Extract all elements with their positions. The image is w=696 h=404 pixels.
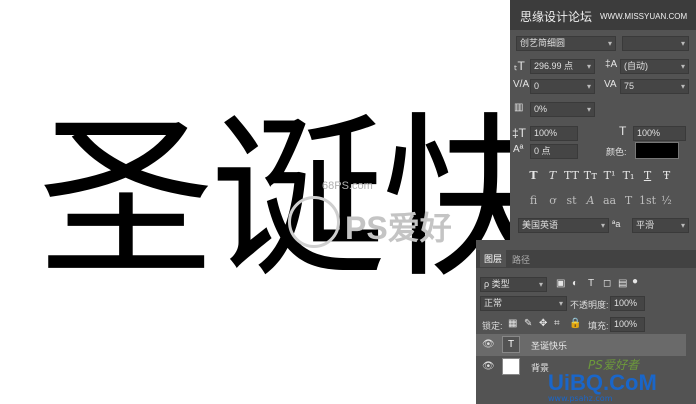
all-caps-button[interactable]: TT bbox=[562, 169, 581, 182]
swash-button[interactable]: A bbox=[581, 194, 600, 207]
lock-transparent-icon[interactable]: ▦ bbox=[508, 318, 517, 329]
antialias-icon: ªa bbox=[612, 219, 621, 229]
opentype-buttons-row: fi ơ st Aaa T 1st ½ bbox=[524, 194, 676, 207]
kerning-field[interactable]: 0 ▾ bbox=[530, 79, 595, 94]
chevron-down-icon: ▾ bbox=[600, 221, 605, 230]
chevron-down-icon: ▾ bbox=[586, 62, 591, 71]
horizontal-scale-field[interactable]: 100% bbox=[633, 126, 686, 141]
opacity-field[interactable]: 100% bbox=[610, 296, 645, 311]
tsume-icon: ▥ bbox=[514, 102, 524, 113]
layer-filter-select[interactable]: ρ 类型 ▾ bbox=[480, 277, 547, 292]
ordinals-button[interactable]: 1st bbox=[638, 194, 657, 207]
chevron-down-icon: ▾ bbox=[680, 82, 685, 91]
layers-tabbar: 图层 路径 bbox=[476, 250, 696, 268]
blend-mode-select[interactable]: 正常 ▾ bbox=[480, 296, 567, 311]
ligatures-button[interactable]: fi bbox=[524, 194, 543, 207]
text-color-swatch[interactable] bbox=[635, 142, 679, 159]
chevron-down-icon: ▾ bbox=[586, 105, 591, 114]
small-caps-button[interactable]: Tт bbox=[581, 169, 600, 182]
filter-pixel-icon[interactable]: ▣ bbox=[556, 278, 565, 289]
chevron-down-icon: ▾ bbox=[680, 221, 685, 230]
tab-paths[interactable]: 路径 bbox=[512, 253, 530, 266]
faux-bold-button[interactable]: T bbox=[524, 169, 543, 182]
font-family-select[interactable]: 创艺简细圆 ▾ bbox=[516, 36, 616, 51]
lock-artboard-icon[interactable]: ⌗ bbox=[554, 318, 560, 329]
chevron-down-icon: ▾ bbox=[607, 39, 612, 48]
lock-pixels-icon[interactable]: ✎ bbox=[524, 318, 532, 329]
fill-label: 填充: bbox=[588, 321, 609, 331]
panel-header: 思缘设计论坛 WWW.MISSYUAN.COM bbox=[510, 0, 696, 30]
contextual-alternates-button[interactable]: ơ bbox=[543, 194, 562, 207]
character-panel: 思缘设计论坛 WWW.MISSYUAN.COM 创艺简细圆 ▾ ▾ ₜT 296.… bbox=[510, 0, 696, 240]
header-site: 思缘设计论坛 bbox=[520, 10, 593, 24]
chevron-down-icon: ▾ bbox=[586, 82, 591, 91]
chevron-down-icon: ▾ bbox=[680, 62, 685, 71]
fractions-button[interactable]: ½ bbox=[657, 194, 676, 207]
lock-label: 锁定: bbox=[482, 321, 503, 331]
tracking-field[interactable]: 75 ▾ bbox=[620, 79, 689, 94]
discretionary-ligatures-button[interactable]: st bbox=[562, 194, 581, 207]
stylistic-alternates-button[interactable]: aa bbox=[600, 194, 619, 207]
font-style-select[interactable]: ▾ bbox=[622, 36, 689, 51]
filter-type-icon[interactable]: T bbox=[588, 278, 594, 289]
chevron-down-icon: ▾ bbox=[680, 39, 685, 48]
style-buttons-row: T T TT Tт T¹ T₁ T Ŧ bbox=[524, 169, 676, 182]
language-select[interactable]: 美国英语 ▾ bbox=[518, 218, 609, 233]
eye-icon[interactable]: 👁 bbox=[482, 339, 495, 350]
watermark-logo-icon bbox=[288, 196, 340, 248]
vertical-scale-field[interactable]: 100% bbox=[530, 126, 578, 141]
lock-all-icon[interactable]: 🔒 bbox=[569, 318, 581, 329]
background-layer-thumb-icon bbox=[502, 358, 520, 375]
watermark-url: 68PS.com bbox=[322, 180, 373, 192]
leading-icon: ‡A bbox=[605, 59, 618, 70]
tracking-icon: VA bbox=[604, 79, 617, 90]
font-size-field[interactable]: 296.99 点 ▾ bbox=[530, 59, 595, 74]
antialias-select[interactable]: 平滑 ▾ bbox=[632, 218, 689, 233]
header-url: WWW.MISSYUAN.COM bbox=[600, 12, 688, 21]
tsume-field[interactable]: 0% ▾ bbox=[530, 102, 595, 117]
color-label: 颜色: bbox=[606, 147, 627, 157]
horizontal-scale-icon: T bbox=[619, 124, 627, 138]
layer-name: 背景 bbox=[531, 363, 550, 373]
footer-site-url: www.psahz.com bbox=[548, 394, 613, 403]
filter-shape-icon[interactable]: ◻ bbox=[603, 278, 611, 289]
faux-italic-button[interactable]: T bbox=[543, 169, 562, 182]
layer-name: 圣诞快乐 bbox=[531, 341, 568, 351]
underline-button[interactable]: T bbox=[638, 169, 657, 182]
filter-adjustment-icon[interactable]: ◐ bbox=[572, 278, 578, 289]
tab-layers[interactable]: 图层 bbox=[480, 250, 507, 267]
chevron-down-icon: ▾ bbox=[538, 280, 543, 289]
superscript-button[interactable]: T¹ bbox=[600, 169, 619, 182]
fill-field[interactable]: 100% bbox=[610, 317, 645, 332]
footer-brand: UiBQ.CoM bbox=[548, 370, 657, 395]
subscript-button[interactable]: T₁ bbox=[619, 169, 638, 182]
watermark-name: PS爱好 bbox=[345, 210, 452, 246]
baseline-shift-field[interactable]: 0 点 bbox=[530, 144, 578, 159]
kerning-icon: V/A bbox=[513, 79, 530, 90]
text-layer-thumb-icon: T bbox=[502, 336, 520, 353]
lock-position-icon[interactable]: ✥ bbox=[539, 318, 547, 329]
font-size-icon: ₜT bbox=[514, 59, 525, 73]
chevron-down-icon: ▾ bbox=[558, 299, 563, 308]
baseline-shift-icon: Aª bbox=[513, 144, 524, 155]
titling-alternates-button[interactable]: T bbox=[619, 194, 638, 207]
vertical-scale-icon: ‡T bbox=[512, 126, 527, 140]
eye-icon[interactable]: 👁 bbox=[482, 361, 495, 372]
opacity-label: 不透明度: bbox=[570, 300, 609, 310]
layer-row-text[interactable]: 👁 T 圣诞快乐 bbox=[476, 334, 686, 356]
leading-field[interactable]: (自动) ▾ bbox=[620, 59, 689, 74]
strikethrough-button[interactable]: Ŧ bbox=[657, 169, 676, 182]
filter-smart-object-icon[interactable]: ▤ bbox=[618, 278, 627, 289]
filter-toggle-icon[interactable]: ● bbox=[632, 276, 638, 287]
